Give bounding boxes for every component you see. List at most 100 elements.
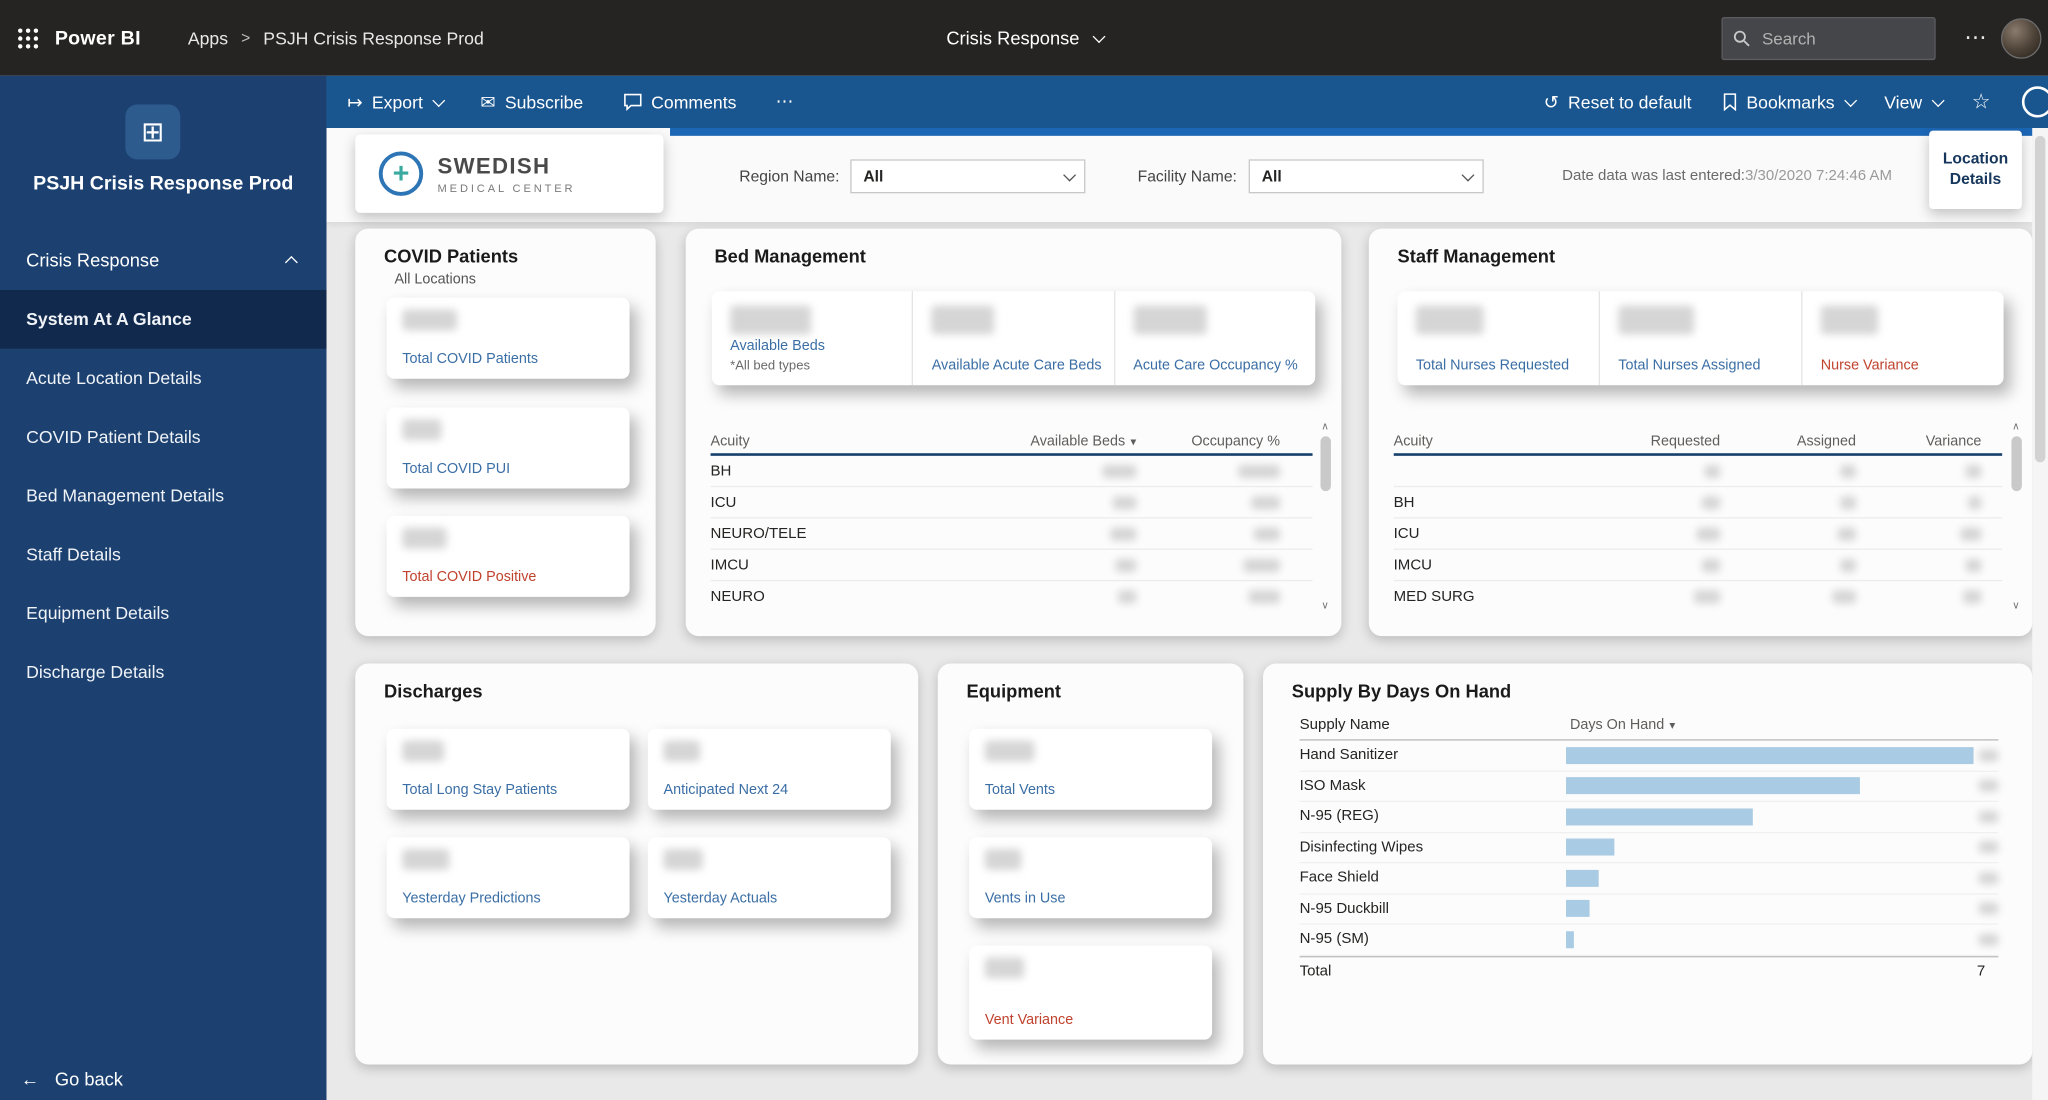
export-button[interactable]: ↦ Export xyxy=(347,92,441,112)
table-row: NEURO/TELE xyxy=(711,519,1313,550)
go-back-button[interactable]: ← Go back xyxy=(21,1068,123,1089)
subscribe-button[interactable]: ✉ Subscribe xyxy=(480,92,583,112)
scroll-up-icon[interactable]: ∧ xyxy=(2012,421,2020,433)
scrollbar-thumb[interactable] xyxy=(2011,436,2021,491)
reset-to-default-button[interactable]: ↺ Reset to default xyxy=(1544,92,1692,112)
tile-label: Total Vents xyxy=(985,781,1202,800)
supply-row: Face Shield xyxy=(1300,863,1999,894)
kpi-label: Nurse Variance xyxy=(1821,356,1996,375)
facility-filter-dropdown[interactable]: All xyxy=(1249,159,1484,193)
view-button[interactable]: View xyxy=(1884,92,1940,112)
column-header-variance[interactable]: Variance xyxy=(1869,434,1994,450)
app-sidebar: ⊞ PSJH Crisis Response Prod Crisis Respo… xyxy=(0,76,327,1100)
kpi-note: *All bed types xyxy=(730,359,810,373)
scrollbar-thumb[interactable] xyxy=(1320,436,1330,491)
sidebar-item-staff-details[interactable]: Staff Details xyxy=(0,525,327,584)
view-label: View xyxy=(1884,92,1922,112)
chevron-down-icon xyxy=(1931,94,1944,107)
redacted-value xyxy=(1979,811,1998,823)
page-scrollbar[interactable] xyxy=(2032,128,2048,1100)
equipment-card: Equipment Total Vents Vents in Use Vent … xyxy=(938,664,1244,1065)
supply-row: Disinfecting Wipes xyxy=(1300,833,1999,864)
refresh-clipped-icon[interactable] xyxy=(2022,86,2048,117)
nav-label: Staff Details xyxy=(26,545,121,565)
supply-total-row: Total 7 xyxy=(1300,955,1999,986)
tile-label: Total COVID Positive xyxy=(402,568,619,587)
column-header-days-on-hand[interactable]: Days On Hand▾ xyxy=(1570,717,1675,733)
tile-label: Yesterday Actuals xyxy=(664,889,881,908)
redacted-value xyxy=(1133,306,1206,335)
supply-bar xyxy=(1565,777,1859,794)
region-filter-dropdown[interactable]: All xyxy=(850,159,1085,193)
redacted-value xyxy=(664,849,703,870)
card-title: Staff Management xyxy=(1398,246,1555,267)
breadcrumb-current[interactable]: PSJH Crisis Response Prod xyxy=(263,28,483,48)
sidebar-item-acute-location-details[interactable]: Acute Location Details xyxy=(0,349,327,408)
hospital-logo-text: SWEDISH MEDICAL CENTER xyxy=(438,153,576,193)
card-title: COVID Patients xyxy=(384,246,518,267)
table-row: MED SURG xyxy=(1394,581,2003,611)
kpi-tile-total-covid-patients: Total COVID Patients xyxy=(387,298,630,379)
column-header-acuity[interactable]: Acuity xyxy=(711,434,933,450)
column-header-occupancy[interactable]: Occupancy % xyxy=(1149,434,1293,450)
scroll-up-icon[interactable]: ∧ xyxy=(1321,421,1329,433)
column-header-available-beds[interactable]: Available Beds▾ xyxy=(933,434,1150,450)
redacted-value xyxy=(1618,306,1694,335)
supply-row: N-95 (SM) xyxy=(1300,925,1999,956)
sidebar-item-covid-patient-details[interactable]: COVID Patient Details xyxy=(0,408,327,467)
nav-label: Discharge Details xyxy=(26,662,164,682)
kpi-acute-care-occupancy: Acute Care Occupancy % xyxy=(1115,291,1315,385)
nav-label: Equipment Details xyxy=(26,603,169,623)
report-switcher[interactable]: Crisis Response xyxy=(946,27,1101,48)
scroll-down-icon[interactable]: ∨ xyxy=(2012,600,2020,612)
scrollbar-thumb[interactable] xyxy=(2035,136,2045,463)
waffle-menu-icon[interactable] xyxy=(0,0,55,76)
tile-label: Total Long Stay Patients xyxy=(402,781,619,800)
avatar[interactable] xyxy=(2001,18,2041,58)
scroll-down-icon[interactable]: ∨ xyxy=(1321,600,1329,612)
kpi-tile-vent-variance: Vent Variance xyxy=(969,946,1212,1040)
column-header-requested[interactable]: Requested xyxy=(1597,434,1733,450)
search-input[interactable] xyxy=(1759,27,1895,49)
column-header-acuity[interactable]: Acuity xyxy=(1394,434,1598,450)
export-icon: ↦ xyxy=(347,93,362,111)
staff-table-header: Acuity Requested Assigned Variance xyxy=(1394,421,2003,456)
supply-bar xyxy=(1565,870,1598,887)
column-header-assigned[interactable]: Assigned xyxy=(1733,434,1869,450)
supply-table: Supply Name Days On Hand▾ Hand Sanitizer… xyxy=(1300,711,1999,987)
sidebar-item-system-at-a-glance[interactable]: System At A Glance xyxy=(0,290,327,349)
table-row: NEURO xyxy=(711,581,1313,611)
search-box[interactable] xyxy=(1721,17,1935,60)
date-entered-value: 3/30/2020 7:24:46 AM xyxy=(1745,168,1892,184)
app-logo-icon: ⊞ xyxy=(125,104,180,159)
favorite-star-icon[interactable]: ☆ xyxy=(1972,89,1991,115)
comments-button[interactable]: Comments xyxy=(622,92,736,112)
staff-table-scrollbar[interactable]: ∧ ∨ xyxy=(2009,421,2023,612)
kpi-available-beds: Available Beds*All bed types xyxy=(712,291,914,385)
staff-table: Acuity Requested Assigned Variance BH IC… xyxy=(1394,421,2003,612)
sidebar-item-equipment-details[interactable]: Equipment Details xyxy=(0,584,327,643)
redacted-value xyxy=(1979,841,1998,853)
kpi-tile-total-covid-positive: Total COVID Positive xyxy=(387,516,630,597)
redacted-value xyxy=(402,310,457,331)
section-label: Crisis Response xyxy=(26,249,159,270)
sidebar-section-crisis-response[interactable]: Crisis Response xyxy=(0,240,327,279)
region-filter-label: Region Name: xyxy=(739,167,839,185)
sidebar-item-bed-management-details[interactable]: Bed Management Details xyxy=(0,466,327,525)
location-details-button[interactable]: Location Details xyxy=(1929,131,2022,209)
export-label: Export xyxy=(372,92,423,112)
column-header-supply-name[interactable]: Supply Name xyxy=(1300,717,1570,733)
kpi-label: Available Beds*All bed types xyxy=(730,338,904,375)
toolbar-more-icon[interactable]: ⋯ xyxy=(776,91,794,112)
bed-table-scrollbar[interactable]: ∧ ∨ xyxy=(1318,421,1332,612)
breadcrumb-apps[interactable]: Apps xyxy=(188,28,228,48)
bookmarks-button[interactable]: Bookmarks xyxy=(1723,92,1853,112)
screen: Power BI Apps > PSJH Crisis Response Pro… xyxy=(0,0,2048,1100)
card-title: Discharges xyxy=(384,680,483,701)
comment-icon xyxy=(622,93,642,111)
covid-patients-card: COVID Patients All Locations Total COVID… xyxy=(355,229,655,637)
powerbi-logo-text: Power BI xyxy=(55,27,141,49)
top-more-options-icon[interactable]: ⋯ xyxy=(1964,0,1986,76)
table-row: IMCU xyxy=(1394,550,2003,581)
sidebar-item-discharge-details[interactable]: Discharge Details xyxy=(0,643,327,702)
